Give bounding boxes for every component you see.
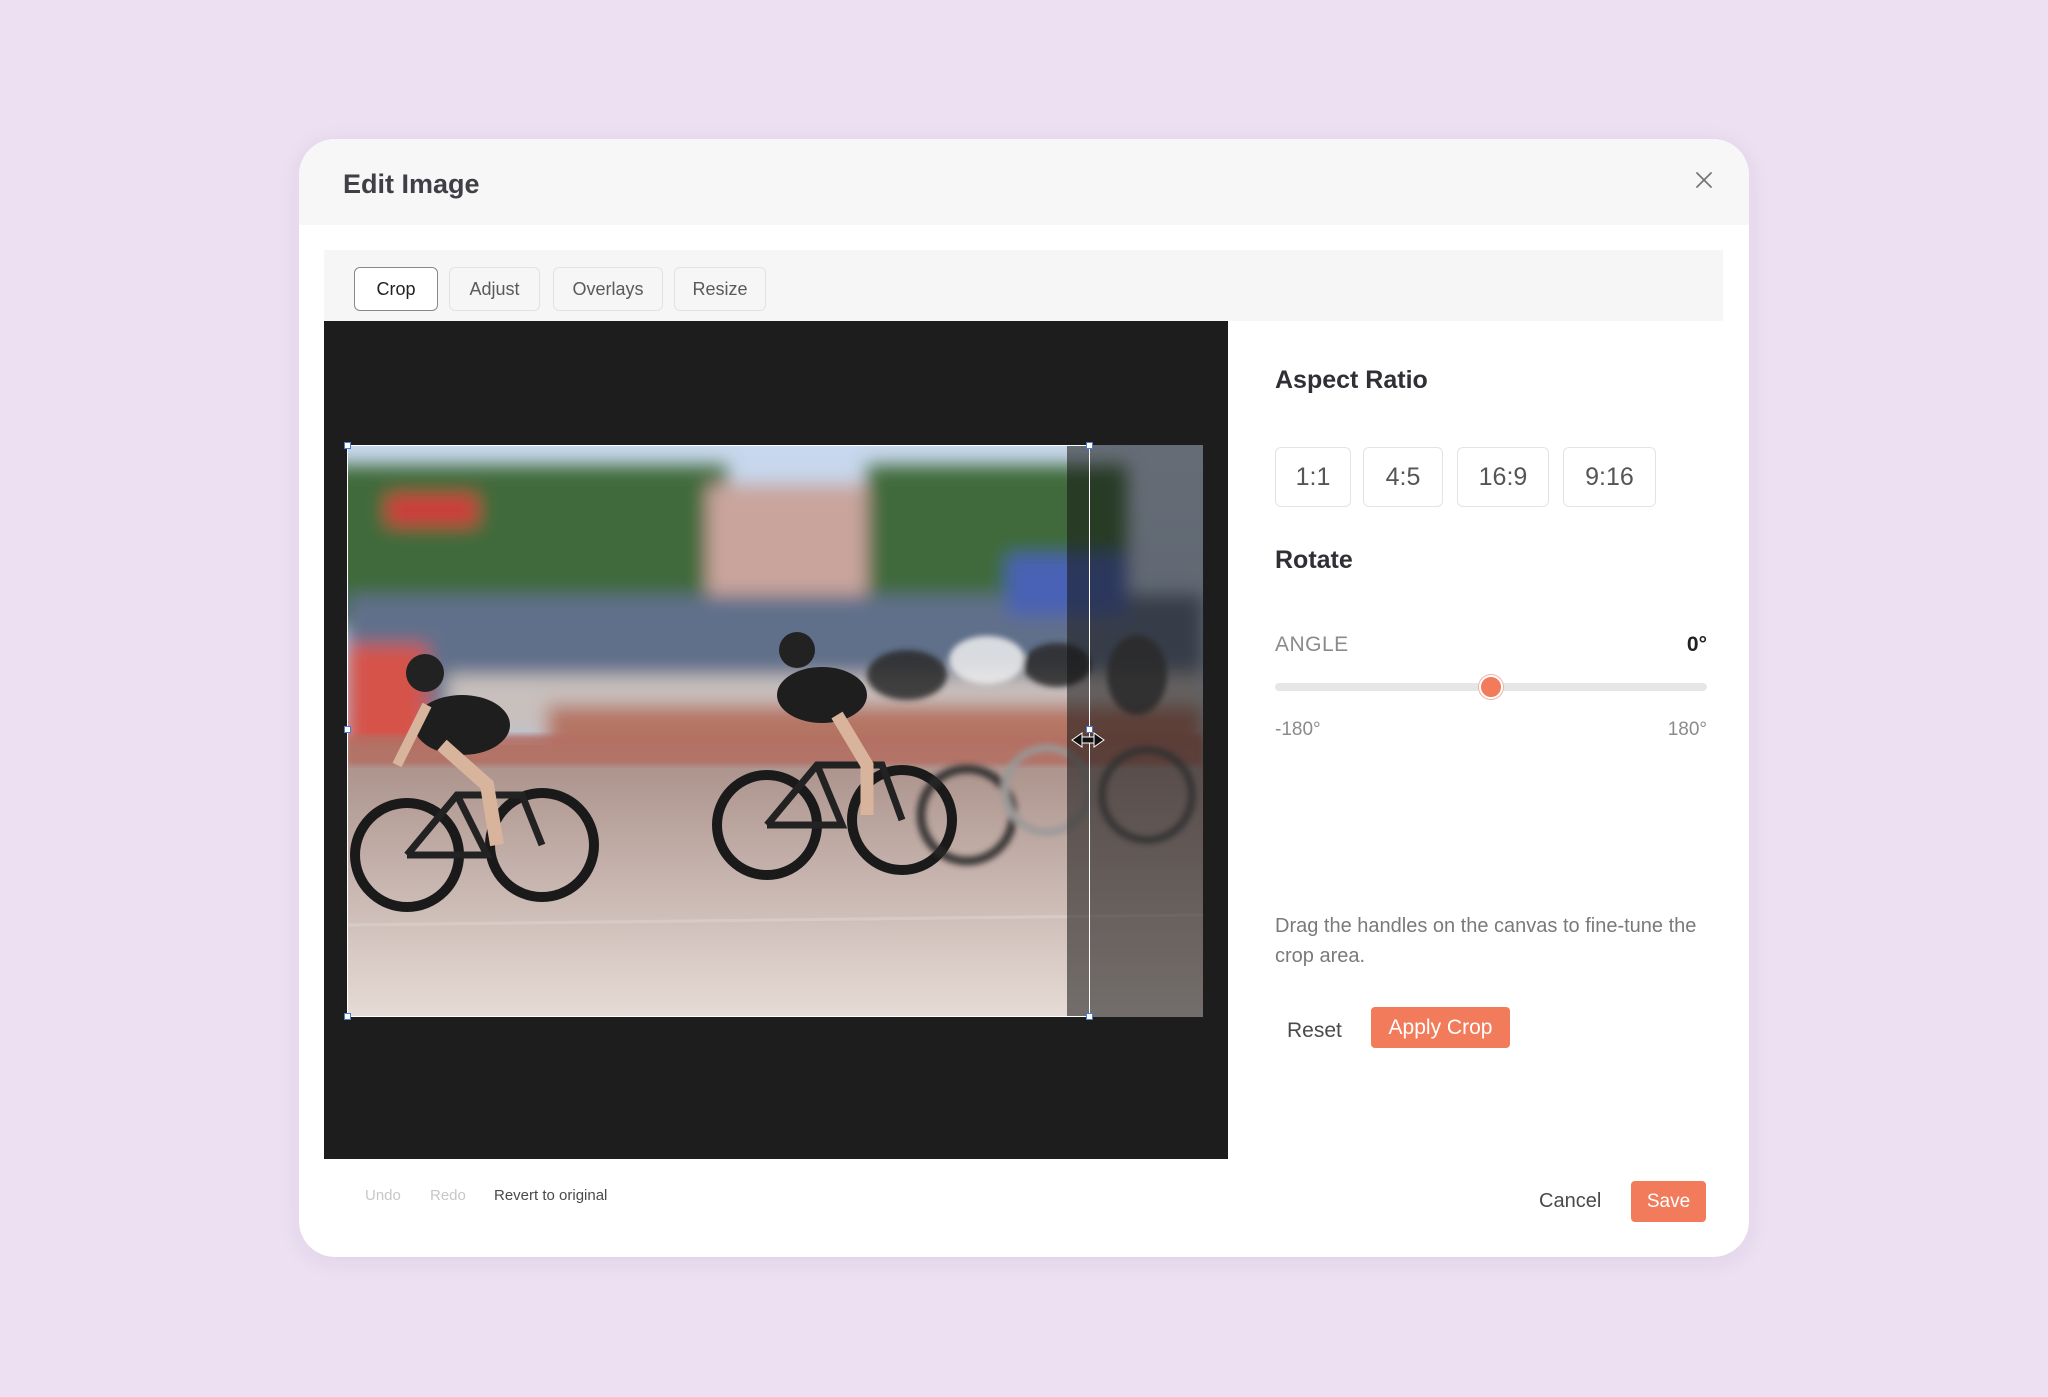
edit-image-dialog: Edit Image Crop Adjust Overlays Resize A… (299, 139, 1749, 1257)
undo-button[interactable]: Undo (365, 1187, 401, 1204)
reset-button[interactable]: Reset (1287, 1019, 1342, 1043)
revert-to-original-button[interactable]: Revert to original (494, 1187, 607, 1204)
angle-max-label: 180° (1667, 719, 1707, 740)
image-canvas[interactable] (324, 321, 1228, 1159)
rotate-title: Rotate (1275, 546, 1353, 574)
crop-handle-left[interactable] (344, 726, 351, 733)
aspect-ratio-title: Aspect Ratio (1275, 366, 1428, 394)
ratio-16-9-button[interactable]: 16:9 (1457, 447, 1549, 507)
tab-resize[interactable]: Resize (674, 267, 766, 311)
horizontal-resize-cursor-icon (1071, 732, 1105, 748)
crop-handle-top-right[interactable] (1086, 442, 1093, 449)
crop-settings-panel: Aspect Ratio 1:1 4:5 16:9 9:16 Rotate AN… (1228, 321, 1723, 1159)
dialog-header: Edit Image (299, 139, 1749, 225)
close-icon (1696, 172, 1712, 188)
angle-min-label: -180° (1275, 719, 1321, 740)
apply-crop-button[interactable]: Apply Crop (1371, 1007, 1510, 1048)
tab-crop[interactable]: Crop (354, 267, 438, 311)
tab-overlays[interactable]: Overlays (553, 267, 663, 311)
tab-adjust[interactable]: Adjust (449, 267, 540, 311)
angle-slider-thumb[interactable] (1479, 675, 1503, 699)
redo-button[interactable]: Redo (430, 1187, 466, 1204)
crop-handle-bottom-left[interactable] (344, 1013, 351, 1020)
crop-area[interactable] (344, 442, 1093, 1020)
crop-handle-top-left[interactable] (344, 442, 351, 449)
editor-tabs: Crop Adjust Overlays Resize (324, 250, 1723, 321)
crop-hint-text: Drag the handles on the canvas to fine-t… (1275, 915, 1697, 967)
save-button[interactable]: Save (1631, 1181, 1706, 1222)
close-button[interactable] (1689, 165, 1719, 195)
crop-handle-bottom-right[interactable] (1086, 1013, 1093, 1020)
ratio-1-1-button[interactable]: 1:1 (1275, 447, 1351, 507)
cancel-button[interactable]: Cancel (1539, 1190, 1601, 1213)
angle-value: 0° (1686, 633, 1707, 656)
ratio-9-16-button[interactable]: 9:16 (1563, 447, 1656, 507)
dialog-title: Edit Image (343, 169, 480, 199)
ratio-4-5-button[interactable]: 4:5 (1363, 447, 1443, 507)
angle-slider[interactable] (1275, 675, 1707, 699)
angle-label: ANGLE (1275, 633, 1349, 656)
